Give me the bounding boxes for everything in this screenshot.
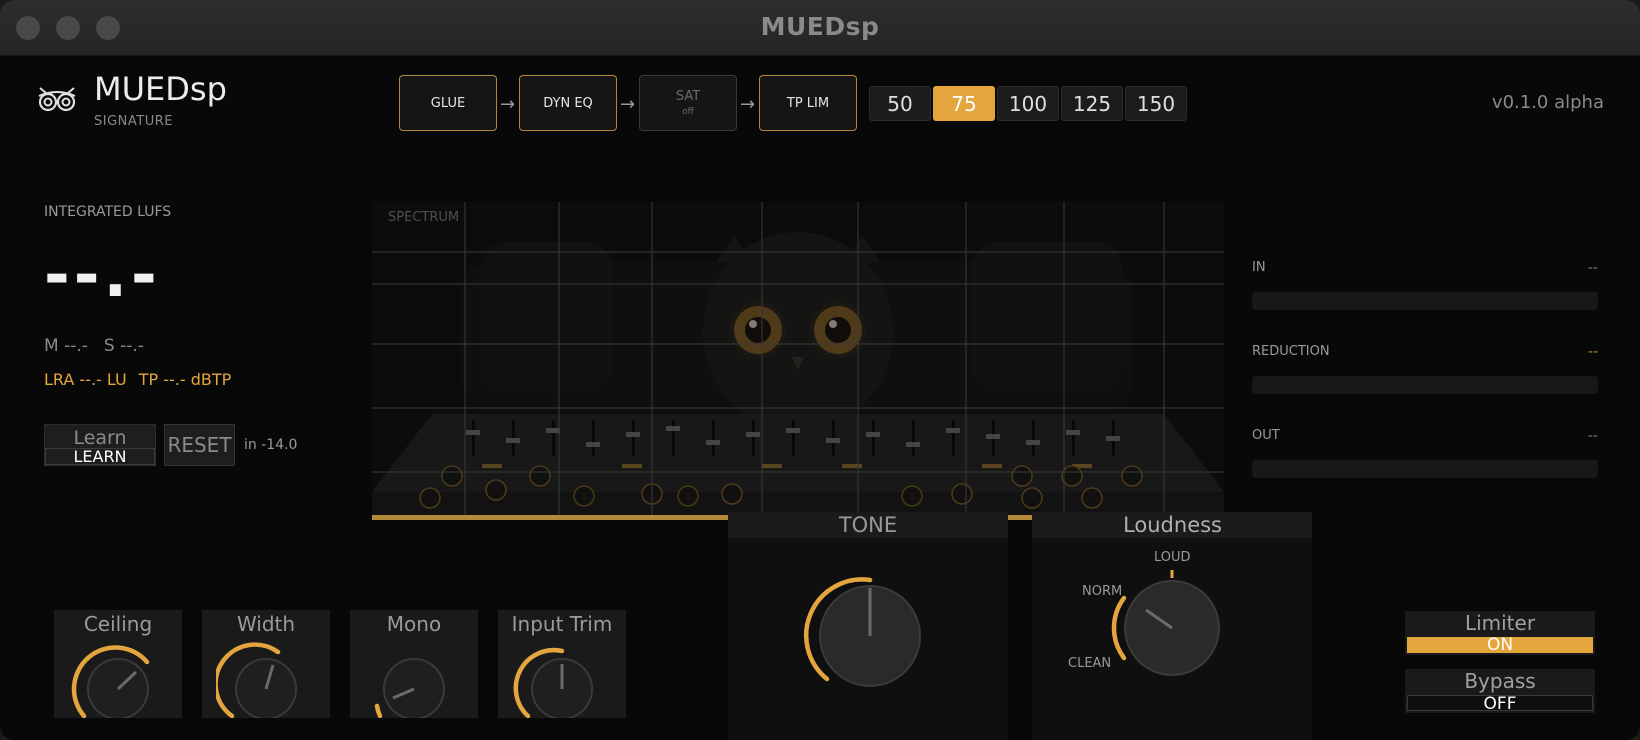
title-bar: MUEDsp xyxy=(0,0,1640,56)
chain-arrow-icon: → xyxy=(500,94,516,115)
width-knob-label: Width xyxy=(236,612,296,636)
tone-knob[interactable] xyxy=(800,566,940,706)
option-125[interactable]: 125 xyxy=(1061,86,1123,121)
limiter-control: Limiter ON xyxy=(1405,611,1595,655)
spectrum-display: SPECTRUM xyxy=(372,202,1224,520)
chain-label: TP LIM xyxy=(786,95,830,111)
loudness-header: Loudness xyxy=(1032,512,1312,538)
brand-subtitle: SIGNATURE xyxy=(94,114,173,129)
limiter-label: Limiter xyxy=(1464,611,1536,635)
loudness-knob[interactable] xyxy=(1106,566,1236,696)
brand-name: MUEDsp xyxy=(94,70,227,108)
spectrum-artwork xyxy=(372,202,1224,520)
option-50[interactable]: 50 xyxy=(869,86,931,121)
ceiling-knob[interactable] xyxy=(68,634,168,718)
lra-readout: LRA --.- LU TP --.- dBTP xyxy=(44,370,243,389)
meter-in-label: IN xyxy=(1252,260,1266,275)
band-segment xyxy=(372,515,728,520)
ceiling-knob-label: Ceiling xyxy=(83,612,153,636)
option-150[interactable]: 150 xyxy=(1125,86,1187,121)
meter-in-bar xyxy=(1252,292,1598,310)
option-75[interactable]: 75 xyxy=(933,86,995,121)
meter-reduction-bar xyxy=(1252,376,1598,394)
chain-glue-button[interactable]: GLUE xyxy=(399,75,497,131)
window-title: MUEDsp xyxy=(760,12,880,41)
bypass-control: Bypass OFF xyxy=(1405,669,1595,713)
meter-out-label: OUT xyxy=(1252,428,1280,443)
mono-knob[interactable] xyxy=(364,634,464,718)
chain-label: SAT xyxy=(675,89,701,104)
version-label: v0.1.0 alpha xyxy=(1491,92,1604,113)
lufs-value: --.- xyxy=(44,238,161,311)
momentary-value: M --.- xyxy=(44,336,88,356)
tone-header: TONE xyxy=(728,512,1008,538)
input-trim-knob[interactable] xyxy=(512,634,612,718)
loudness-panel: Loudness LOUD NORM CLEAN xyxy=(1032,512,1312,740)
mono-knob-control: Mono xyxy=(350,610,478,718)
plugin-content: MUEDsp SIGNATURE GLUE → DYN EQ → SAT off… xyxy=(0,56,1640,740)
ms-readout: M --.- S --.- xyxy=(44,336,160,356)
learn-button[interactable]: LEARN xyxy=(45,448,155,465)
target-readout: in -14.0 xyxy=(244,437,298,453)
loud-label: LOUD xyxy=(1154,550,1191,565)
chain-label: DYN EQ xyxy=(543,95,593,111)
input-trim-knob-control: Input Trim xyxy=(498,610,626,718)
meter-reduction-value: -- xyxy=(1587,344,1598,360)
spectrum-label: SPECTRUM xyxy=(388,210,460,225)
short-term-value: S --.- xyxy=(103,336,144,356)
mono-knob-label: Mono xyxy=(386,612,442,636)
meter-out-bar xyxy=(1252,460,1598,478)
reset-button[interactable]: RESET xyxy=(164,424,235,466)
width-knob[interactable] xyxy=(216,634,316,718)
owl-logo-icon xyxy=(38,87,76,112)
option-100[interactable]: 100 xyxy=(997,86,1059,121)
chain-arrow-icon: → xyxy=(620,94,636,115)
chain-sat-button[interactable]: SAT off xyxy=(639,75,737,131)
learn-label: Learn xyxy=(73,427,127,449)
bypass-label: Bypass xyxy=(1464,669,1536,693)
learn-control: Learn LEARN xyxy=(44,424,156,466)
meter-in-value: -- xyxy=(1587,260,1598,276)
chain-dyn-eq-button[interactable]: DYN EQ xyxy=(519,75,617,131)
lra-value: LRA --.- LU xyxy=(44,370,127,389)
ceiling-knob-control: Ceiling xyxy=(54,610,182,718)
plugin-window: MUEDsp MUEDsp SIGNATURE GLUE → DYN EQ → … xyxy=(0,0,1640,740)
chain-label: GLUE xyxy=(430,95,466,111)
lufs-title: INTEGRATED LUFS xyxy=(44,204,172,220)
chain-arrow-icon: → xyxy=(740,94,756,115)
tp-value: TP --.- dBTP xyxy=(138,370,232,389)
input-trim-knob-label: Input Trim xyxy=(511,612,613,636)
tone-panel: TONE xyxy=(728,512,1008,740)
chain-sub-label: off xyxy=(682,107,694,117)
bypass-toggle[interactable]: OFF xyxy=(1407,695,1593,713)
width-knob-control: Width xyxy=(202,610,330,718)
clean-label: CLEAN xyxy=(1068,656,1112,671)
meter-reduction-label: REDUCTION xyxy=(1252,344,1330,359)
chain-tp-lim-button[interactable]: TP LIM xyxy=(759,75,857,131)
limiter-toggle[interactable]: ON xyxy=(1407,637,1593,654)
meter-out-value: -- xyxy=(1587,428,1598,444)
